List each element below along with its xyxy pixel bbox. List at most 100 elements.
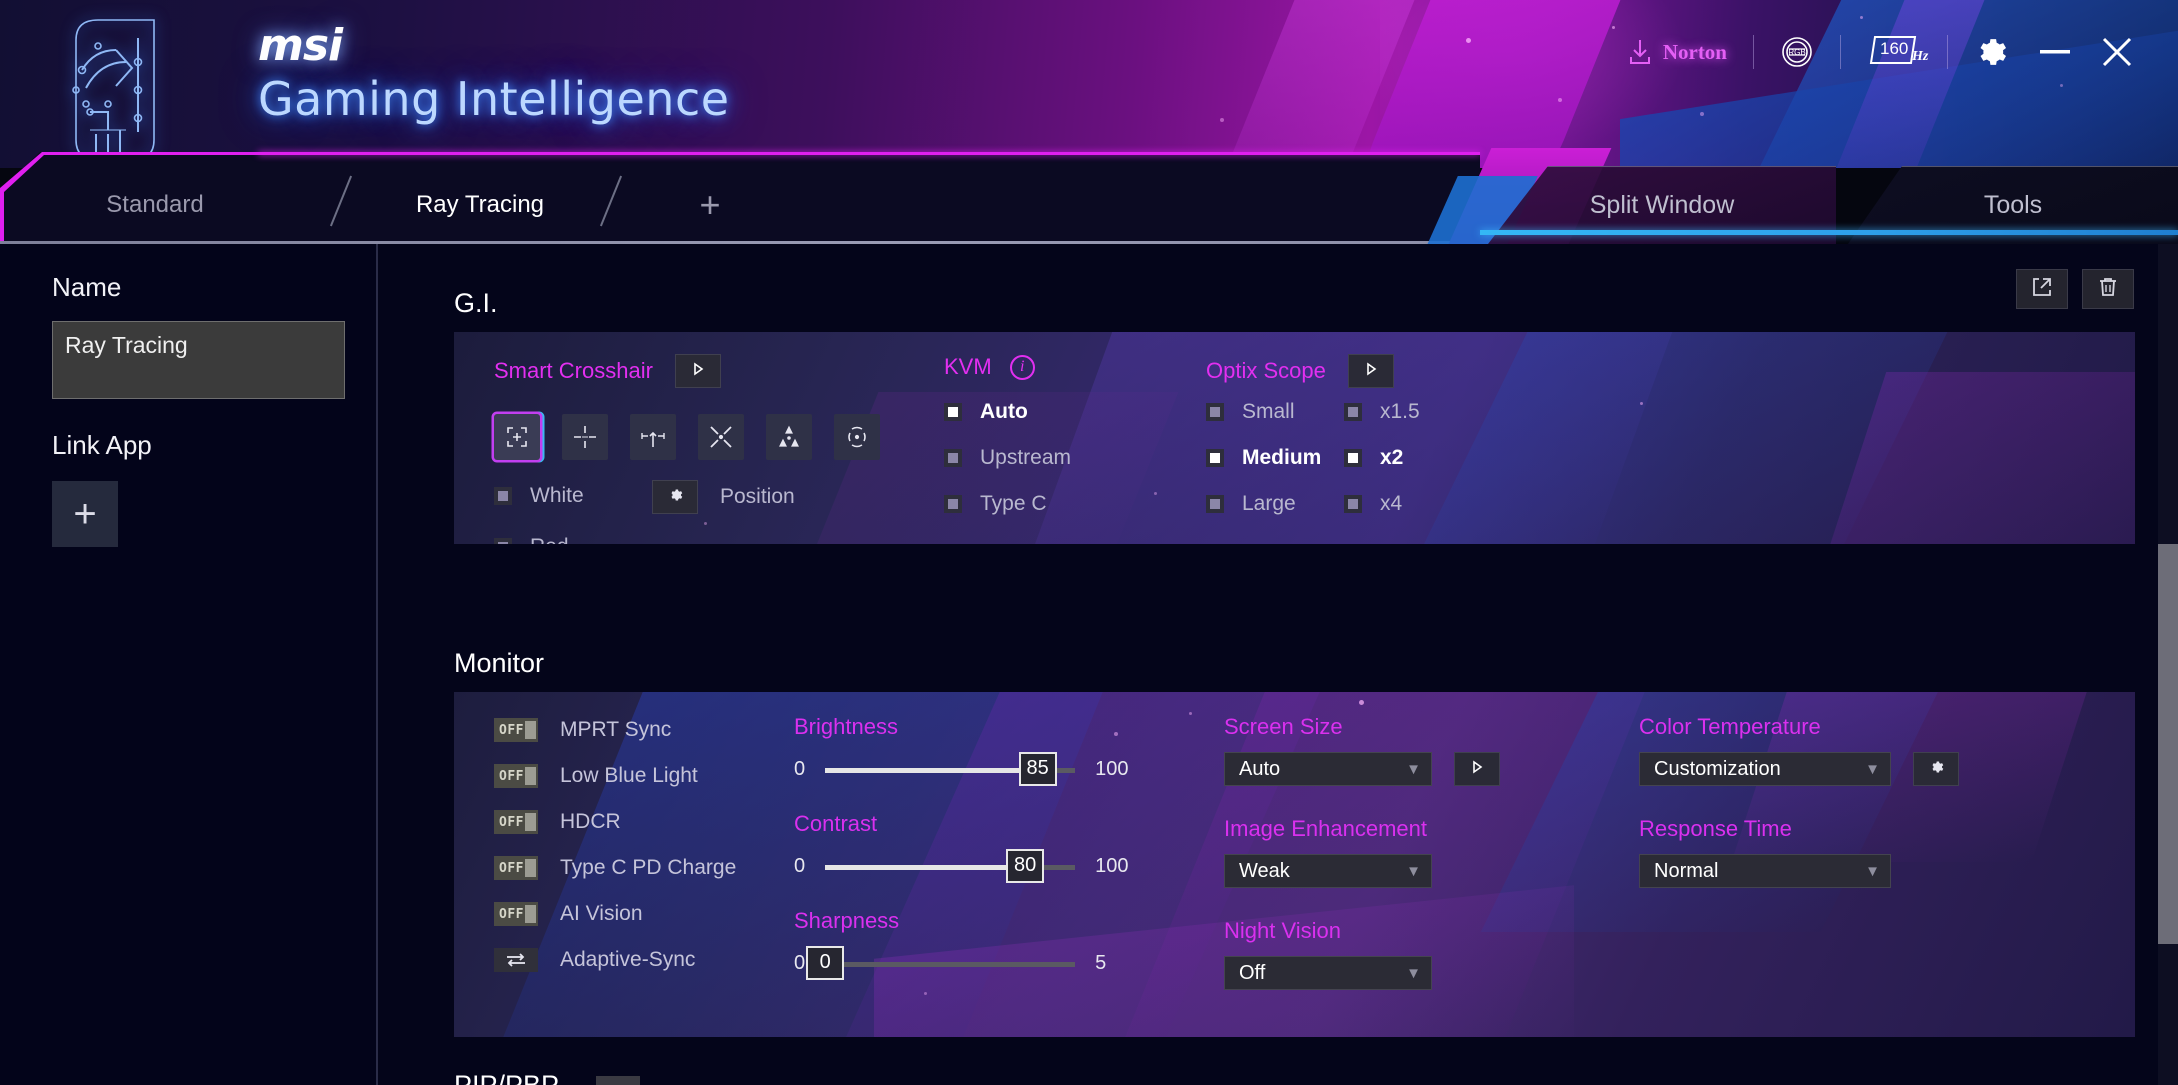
toggle-mprt-sync[interactable]: OFF MPRT Sync <box>494 718 736 742</box>
crosshair-style-circle-dot[interactable] <box>834 414 880 460</box>
screen-size-play-button[interactable] <box>1454 752 1500 786</box>
gear-icon <box>1927 758 1945 781</box>
checkbox[interactable] <box>1344 495 1362 513</box>
crosshair-style-bracket-plus[interactable] <box>491 411 543 463</box>
crosshair-style-triangle-dot[interactable] <box>766 414 812 460</box>
slider-thumb[interactable]: 0 <box>806 945 845 980</box>
profile-name-input[interactable]: Ray Tracing <box>52 321 345 399</box>
option-label: x2 <box>1380 446 1404 469</box>
download-icon <box>1627 38 1653 66</box>
toggle-adaptive-sync[interactable]: Adaptive-Sync <box>494 948 736 972</box>
slider-track[interactable]: 80 <box>825 848 1076 883</box>
tab-ray-tracing[interactable]: Ray Tracing <box>380 152 580 244</box>
slider-track[interactable]: 0 <box>806 945 1076 980</box>
optix-size-medium[interactable]: Medium <box>1206 446 1321 470</box>
checkbox[interactable] <box>944 403 962 421</box>
tab-standard[interactable]: Standard <box>0 152 310 244</box>
optix-zoom-x2[interactable]: x2 <box>1344 446 1420 470</box>
checkbox[interactable] <box>944 449 962 467</box>
toggle-switch[interactable]: OFF <box>494 718 538 742</box>
crosshair-color-list: White Red Auto <box>494 484 584 544</box>
screen-size-dropdown[interactable]: Auto ▼ <box>1224 752 1432 786</box>
rgb-button[interactable]: RGB <box>1764 28 1830 76</box>
info-icon[interactable]: i <box>1009 354 1035 380</box>
image-enhancement-dropdown[interactable]: Weak ▼ <box>1224 854 1432 888</box>
crosshair-style-arrow-tick[interactable] <box>630 414 676 460</box>
crosshair-position-button[interactable] <box>652 480 698 514</box>
toggle-low-blue-light[interactable]: OFF Low Blue Light <box>494 764 736 788</box>
toggle-type-c-pd-charge[interactable]: OFF Type C PD Charge <box>494 856 736 880</box>
chevron-down-icon: ▼ <box>1406 964 1421 982</box>
export-button[interactable] <box>2016 269 2068 309</box>
monitor-dropdowns-mid: Screen Size Auto ▼ Image Enhancement Wea… <box>1224 714 1500 990</box>
checkbox[interactable] <box>1344 403 1362 421</box>
kvm-label: KVM <box>944 354 992 379</box>
kvm-option-auto[interactable]: Auto <box>944 400 1071 424</box>
optix-scope-label: Optix Scope <box>1206 358 1326 383</box>
checkbox[interactable] <box>1206 495 1224 513</box>
play-icon <box>690 361 706 382</box>
add-link-app-button[interactable]: + <box>52 481 118 547</box>
slider-thumb[interactable]: 85 <box>1018 751 1057 786</box>
monitor-slider-list: Brightness 0 85 100 Contrast 0 80 100 Sh… <box>794 714 1129 980</box>
delete-button[interactable] <box>2082 269 2134 309</box>
crosshair-color-white[interactable]: White <box>494 484 584 508</box>
optix-zoom-x4[interactable]: x4 <box>1344 492 1420 516</box>
pip-pbp-toggle[interactable] <box>596 1076 640 1085</box>
checkbox[interactable] <box>944 495 962 513</box>
settings-button[interactable] <box>1958 28 2024 76</box>
scrollbar-track[interactable] <box>2158 244 2178 1085</box>
toggle-ai-vision[interactable]: OFF AI Vision <box>494 902 736 926</box>
profile-actions <box>2016 269 2134 309</box>
toggle-switch[interactable]: OFF <box>494 764 538 788</box>
toggle-label: Type C PD Charge <box>560 856 737 879</box>
slider-track[interactable]: 85 <box>825 751 1076 786</box>
checkbox[interactable] <box>1206 449 1224 467</box>
toggle-switch[interactable]: OFF <box>494 902 538 926</box>
brand-title-block: msi Gaming Intelligence <box>258 24 730 125</box>
color-temperature-dropdown[interactable]: Customization ▼ <box>1639 752 1891 786</box>
divider <box>1840 35 1841 69</box>
optix-scope-play-button[interactable] <box>1347 354 1394 388</box>
checkbox[interactable] <box>1206 403 1224 421</box>
crosshair-style-dashed-cross[interactable] <box>562 414 608 460</box>
kvm-option-upstream[interactable]: Upstream <box>944 446 1071 470</box>
adaptive-sync-icon[interactable] <box>494 948 538 972</box>
toggle-hdcr[interactable]: OFF HDCR <box>494 810 736 834</box>
toggle-state: OFF <box>499 860 524 876</box>
checkbox[interactable] <box>494 487 512 505</box>
close-button[interactable] <box>2086 28 2148 76</box>
night-vision-dropdown[interactable]: Off ▼ <box>1224 956 1432 990</box>
kvm-option-type-c[interactable]: Type C <box>944 492 1071 516</box>
slider-thumb[interactable]: 80 <box>1006 848 1045 883</box>
option-label: Type C <box>980 492 1047 515</box>
norton-button[interactable]: Norton <box>1611 28 1743 76</box>
field-screen-size: Screen Size Auto ▼ <box>1224 714 1500 786</box>
minimize-button[interactable] <box>2024 28 2086 76</box>
toggle-switch[interactable]: OFF <box>494 810 538 834</box>
checkbox[interactable] <box>1344 449 1362 467</box>
field-label: Response Time <box>1639 816 1792 841</box>
tab-label: Split Window <box>1589 191 1735 219</box>
dropdown-value: Weak <box>1239 859 1290 882</box>
optix-zoom-x15[interactable]: x1.5 <box>1344 400 1420 424</box>
toggle-switch[interactable]: OFF <box>494 856 538 880</box>
optix-size-list: Small Medium Large <box>1206 400 1321 516</box>
optix-size-large[interactable]: Large <box>1206 492 1321 516</box>
play-icon <box>1469 759 1485 780</box>
refresh-rate-button[interactable]: 160 Hz <box>1851 28 1937 76</box>
tab-add-profile[interactable]: + <box>650 152 770 244</box>
refresh-rate-value: 160 <box>1880 39 1909 58</box>
chevron-down-icon: ▼ <box>1865 862 1880 880</box>
crosshair-color-red[interactable]: Red <box>494 535 584 544</box>
checkbox[interactable] <box>494 538 512 544</box>
optix-size-small[interactable]: Small <box>1206 400 1321 424</box>
response-time-dropdown[interactable]: Normal ▼ <box>1639 854 1891 888</box>
smart-crosshair-play-button[interactable] <box>674 354 721 388</box>
crosshair-style-list <box>491 411 880 463</box>
color-temperature-settings-button[interactable] <box>1913 752 1959 786</box>
slider-value: 80 <box>1014 854 1037 876</box>
crosshair-style-x-dot[interactable] <box>698 414 744 460</box>
scrollbar-thumb[interactable] <box>2158 544 2178 944</box>
field-label: Night Vision <box>1224 918 1341 943</box>
